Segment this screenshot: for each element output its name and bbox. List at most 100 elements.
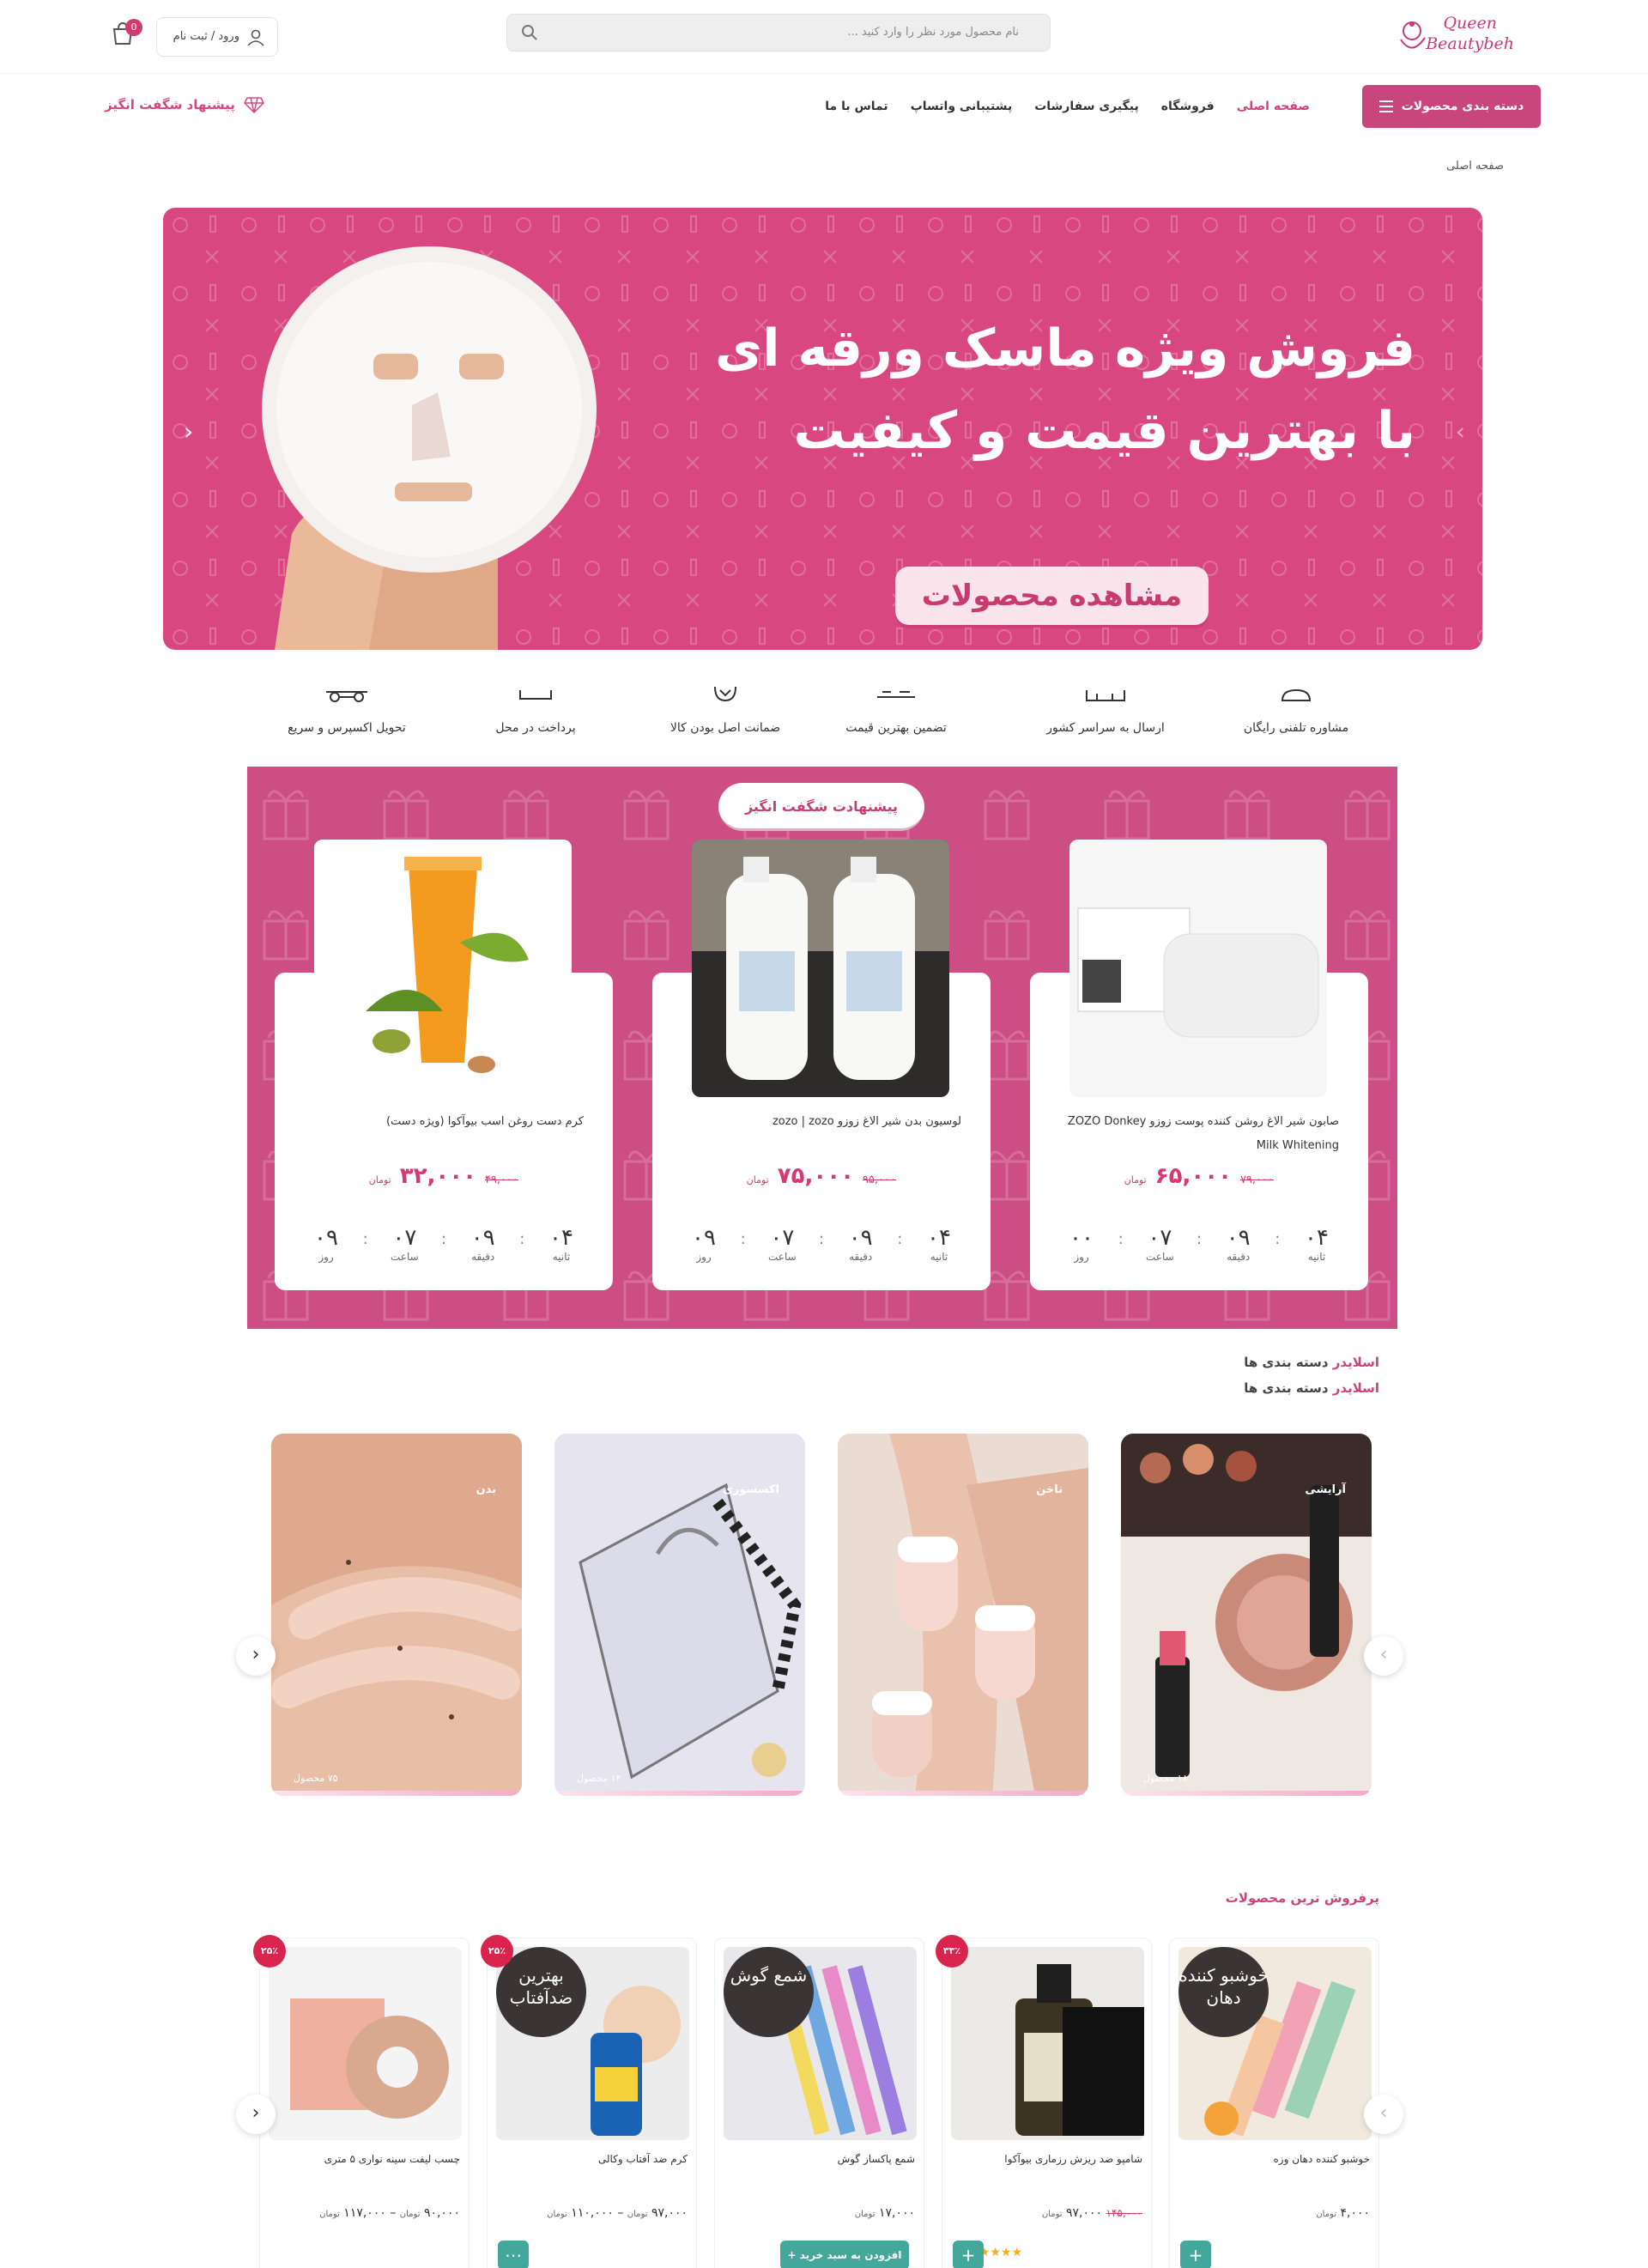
- nav-home[interactable]: صفحه اصلی: [1237, 100, 1310, 113]
- timer-hour-label: ساعت: [391, 1251, 419, 1263]
- product-name[interactable]: کرم ضد آفتاب وکالی: [494, 2153, 688, 2165]
- old-price: ۹۵,۰۰۰: [862, 1173, 896, 1186]
- price-max: ۱۱۰,۰۰۰: [571, 2206, 614, 2220]
- offer-card[interactable]: لوسیون بدن شیر الاغ زوزو zozo | zozo ۹۵,…: [652, 840, 991, 1290]
- bestsellers-next-arrow[interactable]: ›: [1364, 2095, 1403, 2134]
- cart-button[interactable]: 0: [106, 19, 142, 50]
- card-gradient-bar: [1121, 1791, 1372, 1796]
- feature-original-guarantee: ضمانت اصل بودن کالا: [648, 675, 803, 735]
- tape-image: [269, 1947, 462, 2140]
- feature-label: مشاوره تلفنی رایگان: [1243, 721, 1349, 735]
- feature-label: ضمانت اصل بودن کالا: [670, 721, 781, 735]
- product-name[interactable]: لوسیون بدن شیر الاغ زوزو zozo | zozo: [678, 1110, 961, 1134]
- timer-sec-label: ثانیه: [552, 1251, 571, 1263]
- search-input[interactable]: نام محصول مورد نظر را وارد کنید ...: [506, 14, 1051, 52]
- category-card-body[interactable]: بدن ۷۵ محصول: [271, 1434, 522, 1796]
- product-price-range: ۹۷,۰۰۰ تومان – ۱۱۰,۰۰۰ تومان: [547, 2206, 688, 2220]
- product-image[interactable]: [269, 1947, 462, 2140]
- offer-card[interactable]: کرم دست روغن اسب بیوآکوا (ویژه دست) ۴۹,۰…: [275, 840, 613, 1290]
- category-card-accessories[interactable]: اکسسوری ۱۴ محصول: [554, 1434, 805, 1796]
- product-card[interactable]: ۲۵٪ چسب لیفت سینه نواری ۵ متری ۹۰,۰۰۰ تو…: [253, 1935, 470, 2268]
- categories-label: دسته بندی محصولات: [1401, 100, 1524, 113]
- nav-track-orders[interactable]: پیگیری سفارشات: [1034, 100, 1139, 113]
- product-name[interactable]: صابون شیر الاغ روشن کننده پوست زوزو ZOZO…: [1056, 1110, 1339, 1158]
- timer-seconds: ۰۴: [549, 1225, 573, 1251]
- timer-seconds: ۰۴: [1305, 1225, 1329, 1251]
- product-image[interactable]: [1069, 840, 1327, 1097]
- currency-label: تومان: [746, 1174, 769, 1186]
- add-to-cart-button[interactable]: ⋯: [498, 2241, 529, 2268]
- categories-menu-button[interactable]: دسته بندی محصولات: [1362, 85, 1541, 128]
- discount-badge: ۳۳٪: [936, 1935, 968, 1968]
- add-to-cart-button[interactable]: +: [1180, 2241, 1211, 2268]
- product-price: ۱۴۵,۰۰۰ ۹۷,۰۰۰ تومان: [949, 2206, 1142, 2220]
- product-card[interactable]: ۳۳٪ شامپو ضد ریزش رزماری بیوآکوا ۱۴۵,۰۰۰…: [936, 1935, 1152, 2268]
- user-icon: [247, 29, 264, 46]
- truck-icon: [1086, 690, 1125, 701]
- cart-count-badge: 0: [125, 19, 142, 36]
- currency-label: تومان: [547, 2210, 567, 2219]
- hero-banner[interactable]: فروش ویژه ماسک ورقه ای با بهترین قیمت و …: [163, 208, 1482, 650]
- amazing-offer-link[interactable]: پیشنهاد شگفت انگیز: [105, 96, 264, 113]
- view-products-button[interactable]: مشاهده محصولات: [895, 567, 1209, 625]
- category-next-arrow[interactable]: ›: [1364, 1636, 1403, 1676]
- product-price: ۴,۰۰۰ تومان: [1177, 2206, 1370, 2220]
- timer-seconds: ۰۴: [927, 1225, 951, 1251]
- timer-day-label: روز: [1074, 1251, 1089, 1263]
- product-name[interactable]: چسب لیفت سینه نواری ۵ متری: [267, 2153, 460, 2165]
- logo-text-2: Beautybeh: [1426, 34, 1514, 53]
- product-card[interactable]: بهترین ضدآفتاب ۲۵٪ کرم ضد آفتاب وکالی ۹۷…: [481, 1935, 697, 2268]
- product-image[interactable]: [692, 840, 949, 1097]
- timer-day-label: روز: [318, 1251, 334, 1263]
- breadcrumb[interactable]: صفحه اصلی: [1446, 160, 1504, 173]
- hero-next-arrow[interactable]: ›: [1456, 417, 1465, 446]
- currency-label: تومان: [627, 2210, 648, 2219]
- card-gradient-bar: [554, 1791, 805, 1796]
- nav-whatsapp-support[interactable]: پشتیبانی واتساپ: [911, 100, 1013, 113]
- site-logo[interactable]: Queen Beautybeh: [1390, 9, 1528, 60]
- product-name[interactable]: شامپو ضد ریزش رزماری بیوآکوا: [949, 2153, 1142, 2165]
- add-to-cart-label: افزودن به سبد خرید: [799, 2249, 902, 2261]
- phone-icon: [1281, 688, 1312, 701]
- category-slider-title: اسلایدر دسته بندی ها: [1244, 1355, 1379, 1370]
- badge-check-icon: [714, 686, 736, 702]
- category-prev-arrow[interactable]: ‹: [236, 1636, 276, 1676]
- feature-nationwide-shipping: ارسال به سراسر کشور: [1028, 675, 1183, 735]
- hero-headline: فروش ویژه ماسک ورقه ای با بهترین قیمت و …: [643, 307, 1415, 472]
- product-name[interactable]: شمع پاکساز گوش: [722, 2153, 915, 2165]
- price-min: ۹۰,۰۰۰: [423, 2206, 460, 2220]
- hamburger-icon: [1378, 100, 1393, 112]
- product-card[interactable]: خوشبو کننده دهان خوشبو کننده دهان وزه ۴,…: [1169, 1938, 1379, 2268]
- offer-card[interactable]: صابون شیر الاغ روشن کننده پوست زوزو ZOZO…: [1030, 840, 1368, 1290]
- category-card-nails[interactable]: ناخن: [838, 1434, 1088, 1796]
- old-price: ۴۹,۰۰۰: [484, 1173, 518, 1186]
- product-image[interactable]: [314, 840, 572, 1097]
- old-price: ۷۹,۰۰۰: [1239, 1173, 1274, 1186]
- bestsellers-prev-arrow[interactable]: ‹: [236, 2095, 276, 2134]
- nav-contact[interactable]: تماس با ما: [825, 100, 888, 113]
- search-icon[interactable]: [521, 24, 538, 41]
- price-value: ۱۷,۰۰۰: [878, 2206, 915, 2220]
- login-register-button[interactable]: ورود / ثبت نام: [156, 17, 278, 57]
- hero-line-2: با بهترین قیمت و کیفیت: [793, 401, 1415, 461]
- logo-text-1: Queen: [1443, 14, 1497, 33]
- timer-sec-label: ثانیه: [930, 1251, 948, 1263]
- nav-shop[interactable]: فروشگاه: [1161, 100, 1215, 113]
- add-to-cart-button[interactable]: +: [953, 2241, 984, 2268]
- hero-prev-arrow[interactable]: ‹: [184, 417, 193, 446]
- card-gradient-bar: [838, 1791, 1088, 1796]
- product-image[interactable]: [951, 1947, 1144, 2140]
- amazing-offer-label: پیشنهاد شگفت انگیز: [105, 97, 235, 112]
- product-card[interactable]: شمع گوش شمع پاکساز گوش ۱۷,۰۰۰ تومان افزو…: [714, 1938, 924, 2268]
- old-price: ۱۴۵,۰۰۰: [1106, 2207, 1143, 2219]
- category-card-makeup[interactable]: آرایشی ۱۸ محصول: [1121, 1434, 1372, 1796]
- product-name[interactable]: خوشبو کننده دهان وزه: [1177, 2153, 1371, 2165]
- hand-cream-image: [314, 840, 572, 1097]
- currency-label: تومان: [1316, 2210, 1337, 2219]
- product-name[interactable]: کرم دست روغن اسب بیوآکوا (ویژه دست): [300, 1110, 584, 1134]
- login-label: ورود / ثبت نام: [173, 30, 239, 43]
- add-to-cart-button[interactable]: افزودن به سبد خرید +: [780, 2241, 909, 2268]
- sheet-mask-illustration: [262, 246, 597, 650]
- product-price: ۱۷,۰۰۰ تومان: [722, 2206, 915, 2220]
- category-count: ۱۸ محصول: [1143, 1773, 1188, 1784]
